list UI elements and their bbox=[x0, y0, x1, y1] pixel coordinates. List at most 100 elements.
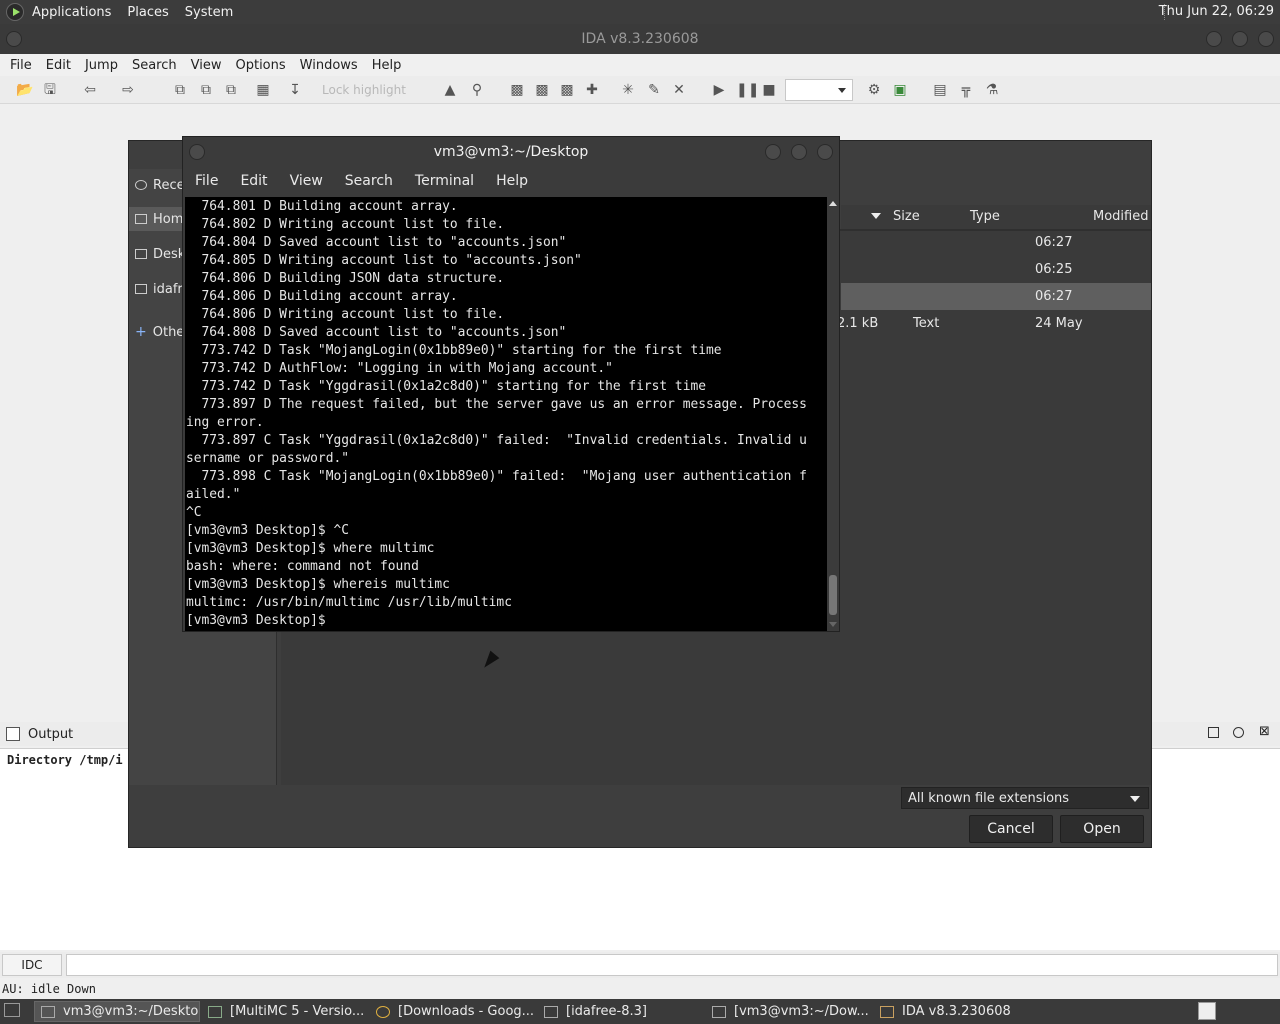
save-icon[interactable]: 🖫 bbox=[42, 82, 58, 98]
terminal-minimize-button[interactable] bbox=[765, 144, 781, 160]
folder-icon bbox=[135, 249, 147, 259]
distro-logo-icon[interactable] bbox=[6, 3, 24, 21]
menu-view[interactable]: View bbox=[191, 58, 222, 73]
terminal-line: 773.897 C Task "Yggdrasil(0x1a2c8d0)" fa… bbox=[186, 433, 807, 448]
task-chrome-downloads[interactable]: [Downloads - Goog... bbox=[370, 1001, 536, 1022]
file-row[interactable]: 2.1 kB Text 24 May bbox=[837, 310, 1151, 337]
menu-search[interactable]: Search bbox=[132, 58, 177, 73]
terminal-line: 773.742 D AuthFlow: "Logging in with Moj… bbox=[186, 361, 613, 376]
column-size[interactable]: Size bbox=[893, 209, 920, 224]
terminal-output[interactable]: 764.801 D Building account array. 764.80… bbox=[185, 197, 827, 631]
menu-edit[interactable]: Edit bbox=[46, 58, 71, 73]
binary-search-icon[interactable]: ⚲ bbox=[469, 82, 485, 98]
places-menu[interactable]: Places bbox=[127, 5, 168, 20]
back-arrow-icon[interactable]: ⇦ bbox=[82, 82, 98, 98]
place-recent[interactable]: Rece bbox=[135, 173, 185, 197]
segments-icon[interactable]: ▤ bbox=[932, 82, 948, 98]
undefine-icon[interactable]: ✕ bbox=[671, 82, 687, 98]
menu-help[interactable]: Help bbox=[372, 58, 402, 73]
terminal-close-button[interactable] bbox=[817, 144, 833, 160]
file-row[interactable]: 06:25 bbox=[841, 256, 1151, 283]
copy-text-icon[interactable]: ⧉ bbox=[198, 82, 214, 98]
terminal-menu-button[interactable] bbox=[189, 144, 205, 160]
terminal-menu-file[interactable]: File bbox=[195, 173, 218, 189]
place-other-locations[interactable]: + Othe bbox=[135, 320, 184, 344]
scroll-up-icon[interactable] bbox=[829, 201, 837, 206]
plugins-icon[interactable]: ⚗ bbox=[984, 82, 1000, 98]
ida-titlebar: IDA v8.3.230608 bbox=[0, 24, 1280, 54]
clock[interactable]: Thu Jun 22, 06:29 bbox=[1159, 4, 1274, 19]
task-ida[interactable]: IDA v8.3.230608 bbox=[874, 1001, 1040, 1022]
close-button[interactable] bbox=[1258, 31, 1274, 47]
graph-view-icon[interactable]: ▣ bbox=[892, 82, 908, 98]
debugger-select[interactable] bbox=[785, 79, 853, 101]
copy-data-icon[interactable]: ⧉ bbox=[223, 82, 239, 98]
applications-menu[interactable]: Applications bbox=[32, 5, 111, 20]
output-float-button[interactable] bbox=[1208, 727, 1219, 738]
plus-icon: + bbox=[135, 324, 147, 340]
forward-arrow-icon[interactable]: ⇨ bbox=[120, 82, 136, 98]
scroll-down-icon[interactable] bbox=[829, 622, 837, 627]
string-icon[interactable]: ▩ bbox=[559, 82, 575, 98]
terminal-maximize-button[interactable] bbox=[791, 144, 807, 160]
terminal-menu-help[interactable]: Help bbox=[496, 173, 528, 189]
sort-arrow-icon[interactable] bbox=[871, 213, 881, 219]
function-icon[interactable]: ✳ bbox=[620, 82, 636, 98]
menu-jump[interactable]: Jump bbox=[85, 58, 118, 73]
menu-options[interactable]: Options bbox=[235, 58, 285, 73]
menu-windows[interactable]: Windows bbox=[300, 58, 358, 73]
place-desktop[interactable]: Desk bbox=[135, 242, 185, 266]
open-folder-icon[interactable]: 📂 bbox=[16, 82, 33, 98]
command-input[interactable] bbox=[66, 954, 1278, 976]
status-bar: AU: idle Down bbox=[2, 982, 96, 996]
column-modified[interactable]: Modified bbox=[1093, 209, 1148, 224]
debugger-icon[interactable]: ⚙ bbox=[866, 82, 882, 98]
output-close-icon[interactable]: ⊠ bbox=[1259, 724, 1270, 739]
terminal-line: 764.806 D Building JSON data structure. bbox=[186, 271, 505, 286]
open-button[interactable]: Open bbox=[1060, 815, 1144, 843]
terminal-menubar: File Edit View Search Terminal Help bbox=[183, 169, 839, 193]
task-multimc[interactable]: [MultiMC 5 - Versio... bbox=[202, 1001, 364, 1022]
data-icon[interactable]: ▩ bbox=[534, 82, 550, 98]
output-restore-button[interactable] bbox=[1233, 727, 1244, 738]
task-terminal-desktop[interactable]: vm3@vm3:~/Desktop bbox=[34, 1001, 200, 1022]
paste-icon[interactable]: ▦ bbox=[255, 82, 271, 98]
output-window-icon bbox=[6, 727, 20, 741]
structure-icon[interactable]: ╦ bbox=[958, 82, 974, 98]
terminal-menu-edit[interactable]: Edit bbox=[240, 173, 267, 189]
run-icon[interactable]: ▶ bbox=[711, 82, 727, 98]
pause-icon[interactable]: ❚❚ bbox=[736, 82, 759, 98]
stop-icon[interactable]: ■ bbox=[761, 82, 777, 98]
terminal-scrollbar[interactable] bbox=[827, 197, 839, 631]
lock-highlight-button[interactable]: Lock highlight bbox=[322, 83, 406, 97]
terminal-icon bbox=[712, 1005, 726, 1018]
task-idafree-folder[interactable]: [idafree-8.3] bbox=[538, 1001, 704, 1022]
window-menu-button[interactable] bbox=[6, 31, 22, 47]
code-icon[interactable]: ▩ bbox=[509, 82, 525, 98]
menu-file[interactable]: File bbox=[10, 58, 32, 73]
file-row-selected[interactable]: 06:27 bbox=[841, 283, 1151, 310]
scrollbar-thumb[interactable] bbox=[829, 575, 837, 615]
terminal-menu-terminal[interactable]: Terminal bbox=[415, 173, 474, 189]
column-type[interactable]: Type bbox=[970, 209, 1000, 224]
task-terminal-downloads[interactable]: [vm3@vm3:~/Dow... bbox=[706, 1001, 868, 1022]
place-idafree[interactable]: idafr bbox=[135, 277, 183, 301]
file-row[interactable]: 06:27 bbox=[841, 229, 1151, 256]
terminal-line: sername or password." bbox=[186, 451, 349, 466]
terminal-menu-search[interactable]: Search bbox=[345, 173, 393, 189]
minimize-button[interactable] bbox=[1206, 31, 1222, 47]
file-type-filter[interactable]: All known file extensions bbox=[901, 787, 1149, 809]
copy-icon[interactable]: ⧉ bbox=[172, 82, 188, 98]
clock-icon bbox=[135, 180, 147, 190]
terminal-menu-view[interactable]: View bbox=[290, 173, 323, 189]
workspace-switcher[interactable] bbox=[1198, 1002, 1216, 1020]
cancel-button[interactable]: Cancel bbox=[969, 815, 1053, 843]
text-search-icon[interactable]: ▲ bbox=[442, 82, 458, 98]
maximize-button[interactable] bbox=[1232, 31, 1248, 47]
array-icon[interactable]: ✚ bbox=[584, 82, 600, 98]
system-menu[interactable]: System bbox=[185, 5, 233, 20]
edit-function-icon[interactable]: ✎ bbox=[646, 82, 662, 98]
jump-down-icon[interactable]: ↧ bbox=[287, 82, 303, 98]
idc-language-button[interactable]: IDC bbox=[2, 954, 62, 976]
show-desktop-icon[interactable] bbox=[4, 1003, 20, 1017]
